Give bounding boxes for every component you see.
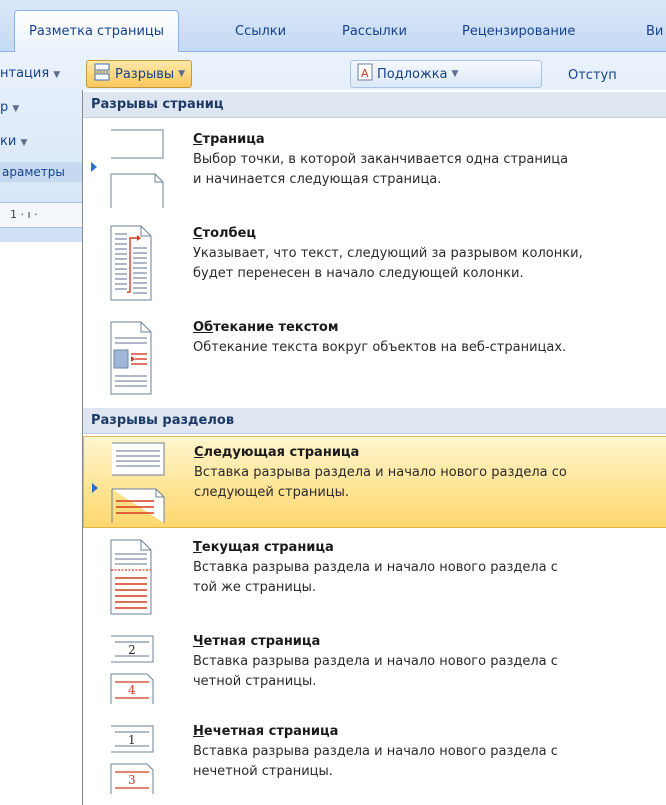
size-label: р [0,100,9,115]
orientation-button[interactable]: нтация ▼ [0,66,60,81]
menu-item-description: Вставка разрыва раздела и начало нового … [193,744,558,779]
menu-item-title: Страница [193,132,265,147]
menu-item-next-page[interactable]: Следующая страница Вставка разрыва разде… [83,436,666,528]
play-arrow-icon [92,483,98,493]
play-arrow-icon [91,162,97,172]
tab-view[interactable]: Ви [646,16,663,48]
page-breaks-section-header: Разрывы страниц [83,92,666,118]
menu-item-title: Нечетная страница [193,724,339,739]
chevron-down-icon: ▼ [178,69,186,79]
menu-item-title: Следующая страница [194,445,360,460]
menu-item-odd-page[interactable]: 1 3 Нечетная страница Вставка разрыва ра… [83,716,666,804]
svg-text:1: 1 [128,733,136,747]
menu-item-description: Обтекание текста вокруг объектов на веб-… [193,340,567,355]
columns-label: ки [0,134,17,149]
even-page-break-icon: 2 4 [97,632,169,708]
menu-item-even-page[interactable]: 2 4 Четная страница Вставка разрыва разд… [83,626,666,714]
menu-item-description: Вставка разрыва раздела и начало нового … [193,560,558,595]
menu-item-title: Обтекание текстом [193,320,339,335]
watermark-label: Подложка [377,66,448,82]
chevron-down-icon: ▼ [20,138,28,148]
menu-item-title: Четная страница [193,634,321,649]
tab-review[interactable]: Рецензирование [462,16,575,48]
continuous-break-icon [97,538,169,618]
next-page-break-icon [98,441,170,523]
menu-item-description: Вставка разрыва раздела и начало нового … [193,654,558,689]
breaks-icon [93,63,111,85]
breaks-label: Разрывы [115,66,175,82]
svg-text:A: A [361,67,369,80]
ruler[interactable]: 1 · ı · [0,202,82,228]
menu-item-title: Столбец [193,226,257,241]
odd-page-break-icon: 1 3 [97,722,169,798]
menu-item-column-break[interactable]: Столбец Указывает, что текст, следующий … [83,216,666,308]
menu-item-title: Текущая страница [193,540,334,555]
menu-item-description: Выбор точки, в которой заканчивается одн… [193,152,569,187]
page-break-icon [97,128,169,208]
watermark-button[interactable]: A Подложка ▼ [350,60,542,88]
text-wrapping-icon [97,318,169,398]
chevron-down-icon: ▼ [53,70,61,80]
chevron-down-icon: ▼ [451,69,459,79]
svg-text:2: 2 [128,643,136,657]
page-setup-group-label: араметры [0,162,82,182]
tab-page-layout[interactable]: Разметка страницы [14,10,180,53]
indent-label: Отступ [568,68,617,83]
tab-references[interactable]: Ссылки [235,16,286,48]
size-button[interactable]: р ▼ [0,100,19,115]
menu-item-description: Вставка разрыва раздела и начало нового … [194,465,567,500]
orientation-label: нтация [0,66,50,81]
menu-item-continuous[interactable]: Текущая страница Вставка разрыва раздела… [83,532,666,624]
ribbon-tab-strip: Разметка страницы Ссылки Рассылки Реценз… [0,0,666,53]
menu-item-page-break[interactable]: Страница Выбор точки, в которой заканчив… [83,122,666,214]
chevron-down-icon: ▼ [12,104,20,114]
menu-item-text-wrapping[interactable]: Обтекание текстом Обтекание текста вокру… [83,310,666,402]
columns-button[interactable]: ки ▼ [0,134,27,149]
menu-item-description: Указывает, что текст, следующий за разры… [193,246,583,281]
section-breaks-section-header: Разрывы разделов [83,408,666,434]
watermark-icon: A [357,63,373,85]
svg-text:4: 4 [128,683,136,697]
svg-text:3: 3 [128,773,136,787]
column-break-icon [97,224,169,304]
tab-mailings[interactable]: Рассылки [342,16,407,48]
breaks-dropdown-menu: Разрывы страниц Страница Выбор точки, в … [82,90,666,805]
breaks-button[interactable]: Разрывы ▼ [86,60,193,88]
